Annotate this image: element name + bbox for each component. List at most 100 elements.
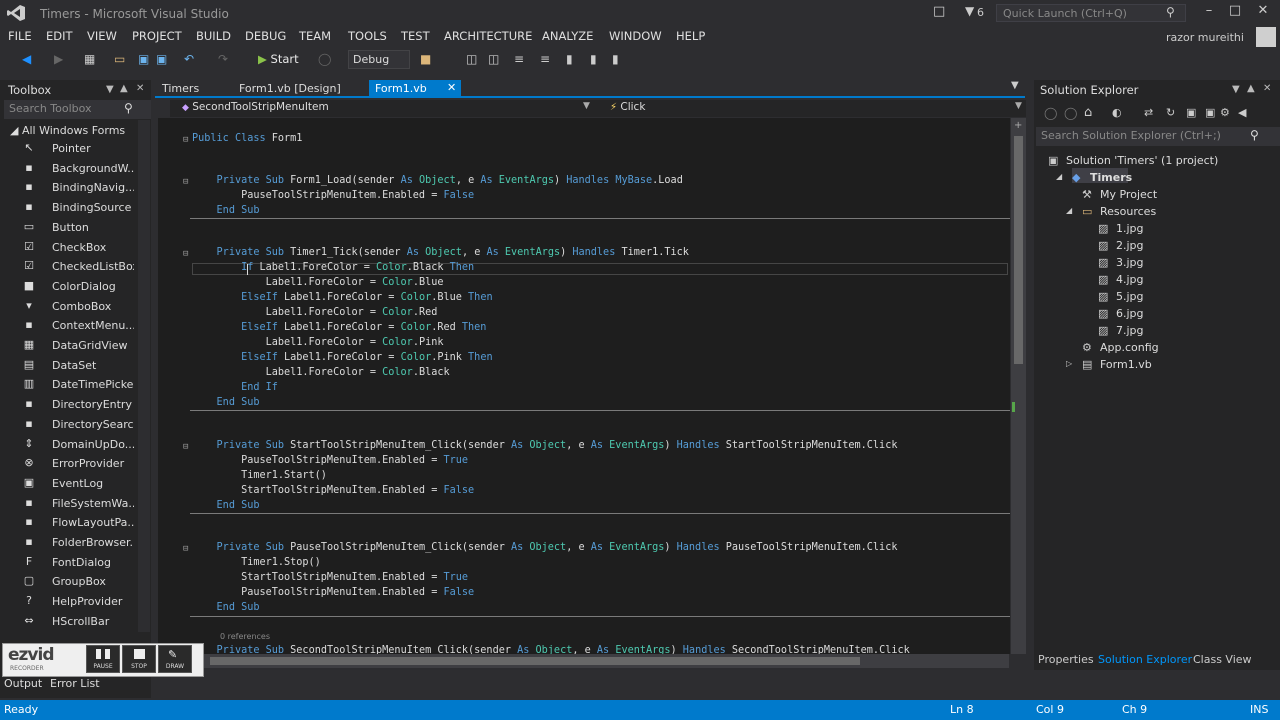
fold-toggle-icon[interactable]: ⊟ <box>183 442 188 452</box>
toolbox-item[interactable]: ⇔ HScrollBar <box>0 612 151 631</box>
tab-dropdown-icon[interactable]: ▼ <box>1011 80 1019 91</box>
toolbox-item[interactable]: ▪ BindingSource <box>0 198 151 217</box>
code-line[interactable]: End Sub <box>192 205 260 219</box>
solution-tree-item[interactable]: Resources <box>1100 205 1156 218</box>
code-line[interactable]: End Sub <box>192 500 260 514</box>
refresh-icon[interactable]: ↻ <box>1166 106 1175 119</box>
code-line[interactable]: PauseToolStripMenuItem.Enabled = False <box>192 587 474 601</box>
toolbox-item[interactable]: ☑ CheckBox <box>0 238 151 257</box>
toolbar-icon-a[interactable]: ◫ <box>466 52 477 66</box>
quick-launch-input[interactable]: Quick Launch (Ctrl+Q) <box>996 4 1186 22</box>
toolbox-scrollbar[interactable] <box>138 120 150 632</box>
toolbox-item[interactable]: ⊗ ErrorProvider <box>0 454 151 473</box>
solution-tree-item[interactable]: 1.jpg <box>1116 222 1144 235</box>
code-line[interactable]: If Label1.ForeColor = Color.Black Then <box>192 262 474 276</box>
toolbox-item[interactable]: ▥ DateTimePicker <box>0 375 151 394</box>
forward-icon[interactable]: ◯ <box>1064 106 1077 120</box>
code-line[interactable]: PauseToolStripMenuItem.Enabled = True <box>192 455 468 469</box>
menu-tools[interactable]: TOOLS <box>348 29 387 43</box>
code-line[interactable]: StartToolStripMenuItem.Enabled = False <box>192 485 474 499</box>
menu-help[interactable]: HELP <box>676 29 705 43</box>
code-line[interactable]: Label1.ForeColor = Color.Blue <box>192 277 444 291</box>
menu-project[interactable]: PROJECT <box>132 29 182 43</box>
code-line[interactable]: Label1.ForeColor = Color.Black <box>192 367 450 381</box>
home-icon[interactable]: ⌂ <box>1084 105 1092 120</box>
expand-icon[interactable]: ▷ <box>1066 359 1072 368</box>
outdent-icon[interactable]: ≡ <box>540 52 550 66</box>
close-button[interactable]: ✕ <box>1250 3 1276 23</box>
menu-edit[interactable]: EDIT <box>46 29 73 43</box>
solution-tree-item[interactable]: App.config <box>1100 341 1159 354</box>
toolbox-item[interactable]: ▪ ContextMenu... <box>0 316 151 335</box>
show-all-files-icon[interactable]: ▣ <box>1205 106 1215 119</box>
undo-icon[interactable]: ↶ <box>184 52 194 66</box>
code-line[interactable]: PauseToolStripMenuItem.Enabled = False <box>192 190 474 204</box>
code-line[interactable]: End Sub <box>192 397 260 411</box>
view-code-icon[interactable]: ◀ <box>1238 106 1246 119</box>
toolbox-item[interactable]: ☑ CheckedListBox <box>0 257 151 276</box>
code-line[interactable]: Timer1.Start() <box>192 470 327 484</box>
configuration-select[interactable]: Debug <box>348 50 410 69</box>
toolbox-item[interactable]: ▦ DataGridView <box>0 336 151 355</box>
tab-form1-design[interactable]: Form1.vb [Design] <box>233 80 347 97</box>
menu-test[interactable]: TEST <box>401 29 430 43</box>
menu-file[interactable]: FILE <box>8 29 32 43</box>
code-line[interactable]: Private Sub Timer1_Tick(sender As Object… <box>192 247 689 261</box>
code-line[interactable]: Timer1.Stop() <box>192 557 321 571</box>
properties-icon[interactable]: ⚙ <box>1220 106 1230 119</box>
user-name[interactable]: razor mureithi <box>1166 31 1244 44</box>
tab-solution-explorer[interactable]: Solution Explorer <box>1098 653 1192 666</box>
close-tab-icon[interactable]: ✕ <box>447 81 456 94</box>
tab-properties[interactable]: Properties <box>1038 653 1094 666</box>
toolbox-item[interactable]: ▪ FlowLayoutPa... <box>0 513 151 532</box>
find-in-files-icon[interactable]: ■ <box>420 52 431 66</box>
toolbox-item[interactable]: ▪ FileSystemWa... <box>0 494 151 513</box>
horizontal-scroll-thumb[interactable] <box>210 657 860 665</box>
avatar[interactable] <box>1256 27 1276 47</box>
code-line[interactable]: StartToolStripMenuItem.Enabled = True <box>192 572 468 586</box>
collapse-icon[interactable]: ◢ <box>1066 206 1072 215</box>
window-options-icon[interactable]: ▼ <box>106 84 114 95</box>
next-bookmark-icon[interactable]: ▮ <box>612 52 619 66</box>
code-line[interactable]: Label1.ForeColor = Color.Pink <box>192 337 444 351</box>
solution-tree-item[interactable]: Solution 'Timers' (1 project) <box>1066 154 1218 167</box>
menu-view[interactable]: VIEW <box>87 29 117 43</box>
toolbox-item[interactable]: ▢ GroupBox <box>0 572 151 591</box>
toolbox-item[interactable]: ▾ ComboBox <box>0 297 151 316</box>
class-member-dropdown[interactable]: ◆ SecondToolStripMenuItem <box>182 101 329 113</box>
toolbox-item[interactable]: ▪ BackgroundW... <box>0 159 151 178</box>
code-line[interactable]: ElseIf Label1.ForeColor = Color.Blue The… <box>192 292 493 306</box>
menu-team[interactable]: TEAM <box>299 29 331 43</box>
code-line[interactable]: Private Sub StartToolStripMenuItem_Click… <box>192 440 898 454</box>
fold-toggle-icon[interactable]: ⊟ <box>183 177 188 187</box>
code-line[interactable]: Label1.ForeColor = Color.Red <box>192 307 438 321</box>
forward-icon[interactable]: ▶ <box>54 52 63 66</box>
toolbox-item[interactable]: ▪ DirectorySearc... <box>0 415 151 434</box>
code-line[interactable]: ElseIf Label1.ForeColor = Color.Pink The… <box>192 352 493 366</box>
open-folder-icon[interactable]: ▭ <box>114 52 125 66</box>
code-line[interactable]: Public Class Form1 <box>192 133 302 147</box>
solution-tree-item[interactable]: 4.jpg <box>1116 273 1144 286</box>
code-line[interactable]: ElseIf Label1.ForeColor = Color.Red Then <box>192 322 486 336</box>
split-editor-icon[interactable]: + <box>1014 120 1022 131</box>
window-options-icon[interactable]: ▼ <box>1232 84 1240 95</box>
solution-tree-item[interactable]: Timers <box>1090 171 1132 184</box>
bookmark-icon[interactable]: ▮ <box>566 52 573 66</box>
solution-tree-item[interactable]: 7.jpg <box>1116 324 1144 337</box>
pin-icon[interactable]: ▲ <box>120 83 128 94</box>
solution-tree-item[interactable]: 3.jpg <box>1116 256 1144 269</box>
save-icon[interactable]: ▣ <box>138 52 149 66</box>
menu-architecture[interactable]: ARCHITECTURE <box>444 29 532 43</box>
method-dropdown[interactable]: ⚡ Click <box>610 101 645 113</box>
toolbox-item[interactable]: F FontDialog <box>0 553 151 572</box>
toolbox-item[interactable]: ? HelpProvider <box>0 592 151 611</box>
back-icon[interactable]: ◯ <box>1044 106 1057 120</box>
code-line[interactable]: Private Sub Form1_Load(sender As Object,… <box>192 175 683 189</box>
fold-toggle-icon[interactable]: ⊟ <box>183 544 188 554</box>
filter-icon[interactable]: ▼ <box>965 4 974 18</box>
solution-tree-item[interactable]: 6.jpg <box>1116 307 1144 320</box>
close-panel-icon[interactable]: ✕ <box>136 83 144 94</box>
tab-error-list[interactable]: Error List <box>50 677 100 690</box>
tab-class-view[interactable]: Class View <box>1193 653 1252 666</box>
close-panel-icon[interactable]: ✕ <box>1263 83 1271 94</box>
